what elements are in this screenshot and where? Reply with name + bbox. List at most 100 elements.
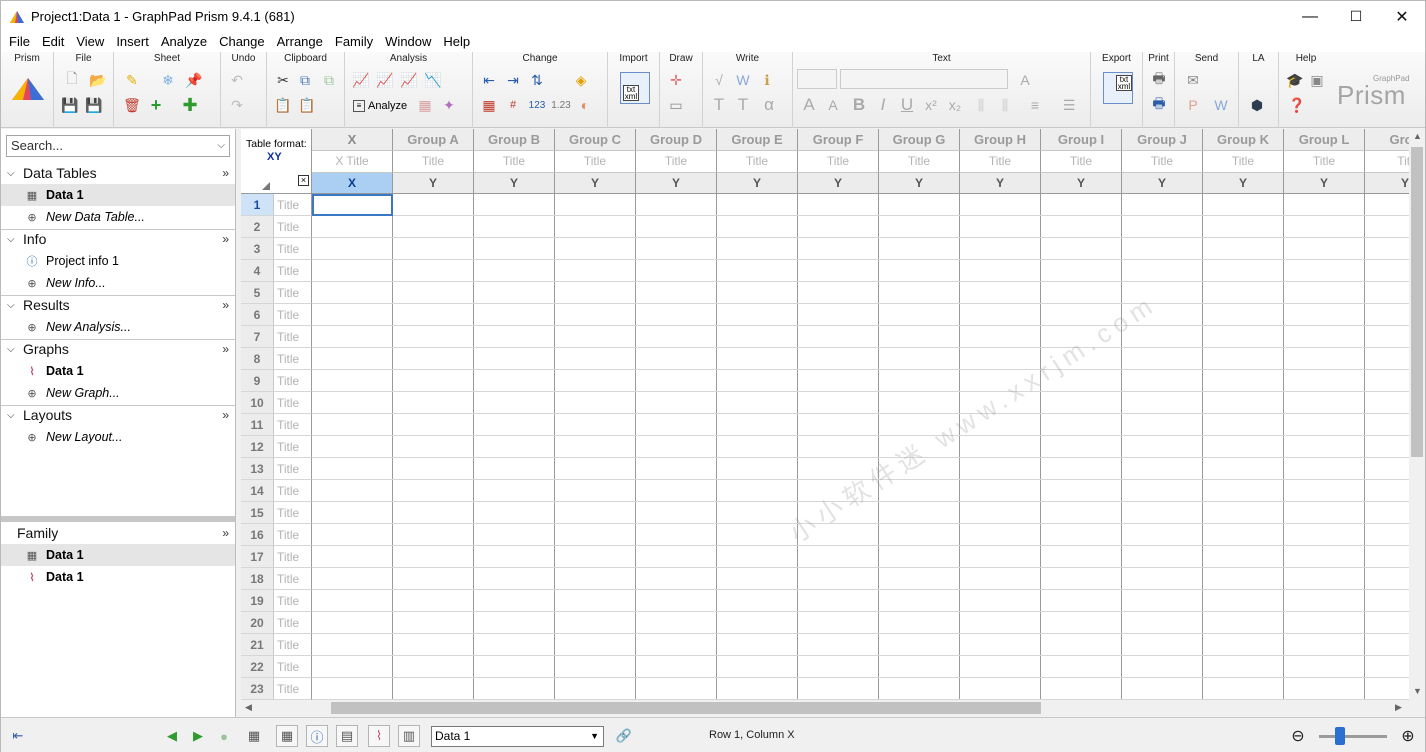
column-title-cell[interactable]: Title — [879, 151, 960, 173]
collapse-chevron-icon[interactable]: ⌵ — [7, 168, 21, 179]
cut-icon[interactable]: ✂ — [273, 70, 293, 90]
move-column-icon[interactable]: ⇥ — [503, 70, 523, 90]
nav-item-new-graph[interactable]: ⊕ New Graph... — [1, 382, 235, 404]
menu-arrange[interactable]: Arrange — [271, 32, 329, 52]
row-title-cell[interactable]: Title — [274, 656, 312, 678]
pin-icon[interactable]: 📌 — [184, 70, 204, 90]
help-book-icon[interactable]: ▣ — [1307, 70, 1327, 90]
column-header[interactable]: Group D — [636, 129, 717, 151]
textbox-icon[interactable]: T — [733, 95, 753, 115]
scroll-down-icon[interactable]: ▼ — [1413, 686, 1422, 696]
column-header[interactable]: Group A — [393, 129, 474, 151]
row-title-cell[interactable]: Title — [274, 502, 312, 524]
print-icon[interactable]: 🖶 — [1149, 70, 1169, 90]
snowflake-icon[interactable]: ❄ — [158, 70, 178, 90]
ttest-icon[interactable]: 📈 — [399, 70, 419, 90]
vertical-scrollbar[interactable]: ▲ ▼ — [1409, 129, 1425, 700]
row-title-cell[interactable]: Title — [274, 590, 312, 612]
row-number[interactable]: 18 — [241, 568, 274, 590]
expand-more-icon[interactable]: » — [222, 166, 229, 180]
column-header[interactable]: X — [312, 129, 393, 151]
row-title-cell[interactable]: Title — [274, 480, 312, 502]
add-sheet-icon[interactable]: + — [146, 95, 166, 115]
column-kind-cell[interactable]: Y — [1365, 173, 1409, 194]
copy-icon[interactable]: ⧉ — [295, 70, 315, 90]
menu-edit[interactable]: Edit — [36, 32, 70, 52]
column-kind-cell[interactable]: Y — [1122, 173, 1203, 194]
row-title-cell[interactable]: Title — [274, 392, 312, 414]
fill-color-icon[interactable]: ◈ — [571, 70, 591, 90]
menu-family[interactable]: Family — [329, 32, 379, 52]
paste-special-icon[interactable]: ⧉ — [319, 70, 339, 90]
new-file-icon[interactable]: 🗋 — [62, 70, 82, 90]
column-kind-cell[interactable]: Y — [474, 173, 555, 194]
info-write-icon[interactable]: ℹ — [757, 70, 777, 90]
close-button[interactable]: ✕ — [1379, 1, 1425, 32]
underline-icon[interactable]: U — [897, 95, 917, 115]
previous-sheet-icon[interactable]: ◀ — [161, 725, 183, 747]
menu-help[interactable]: Help — [437, 32, 476, 52]
row-number[interactable]: 8 — [241, 348, 274, 370]
sheet-list-icon[interactable]: ▦ — [243, 725, 265, 747]
expand-more-icon[interactable]: » — [222, 408, 229, 422]
collapse-chevron-icon[interactable]: ⌵ — [7, 410, 21, 421]
column-header[interactable]: Group I — [1041, 129, 1122, 151]
import-data-icon[interactable]: txt xml — [620, 72, 650, 104]
row-number[interactable]: 1 — [241, 194, 274, 216]
column-header[interactable]: Group G — [879, 129, 960, 151]
save-icon[interactable]: 💾 — [60, 95, 80, 115]
column-kind-cell[interactable]: Y — [555, 173, 636, 194]
column-header[interactable]: Group L — [1284, 129, 1365, 151]
row-number[interactable]: 12 — [241, 436, 274, 458]
column-title-cell[interactable]: Title — [798, 151, 879, 173]
row-title-cell[interactable]: Title — [274, 612, 312, 634]
row-number[interactable]: 22 — [241, 656, 274, 678]
search-input[interactable]: Search... ⌵ — [6, 135, 230, 157]
select-all-icon[interactable] — [262, 182, 270, 190]
shrink-font-icon[interactable]: A — [823, 95, 843, 115]
menu-file[interactable]: File — [3, 32, 36, 52]
column-kind-cell[interactable]: Y — [960, 173, 1041, 194]
grow-font-icon[interactable]: A — [799, 95, 819, 115]
row-title-cell[interactable]: Title — [274, 282, 312, 304]
zoom-in-icon[interactable]: ⊕ — [1397, 725, 1419, 747]
align-icon[interactable]: ≡ — [1025, 95, 1045, 115]
column-kind-cell[interactable]: Y — [393, 173, 474, 194]
menu-analyze[interactable]: Analyze — [155, 32, 213, 52]
column-title-cell[interactable]: X Title — [312, 151, 393, 173]
next-sheet-icon[interactable]: ▶ — [187, 725, 209, 747]
row-title-cell[interactable]: Title — [274, 546, 312, 568]
italic-icon[interactable]: I — [873, 95, 893, 115]
section-header-layouts[interactable]: ⌵ Layouts » — [1, 404, 235, 426]
learn-icon[interactable]: 🎓 — [1285, 70, 1305, 90]
equation-icon[interactable]: √ — [709, 70, 729, 90]
column-kind-cell[interactable]: Y — [1284, 173, 1365, 194]
row-number[interactable]: 2 — [241, 216, 274, 238]
wand-icon[interactable]: ✦ — [439, 95, 459, 115]
sheet-select[interactable]: Data 1 ▼ — [431, 726, 604, 747]
bold-icon[interactable]: B — [849, 95, 869, 115]
section-header-family[interactable]: Family » — [1, 522, 235, 544]
nav-item-new-data-table[interactable]: ⊕ New Data Table... — [1, 206, 235, 228]
delete-sheet-icon[interactable]: 🗑 — [122, 95, 142, 115]
open-file-icon[interactable]: 📂 — [88, 70, 108, 90]
save-as-icon[interactable]: 💾 — [84, 95, 104, 115]
column-header[interactable]: Group J — [1122, 129, 1203, 151]
column-header[interactable]: Group H — [960, 129, 1041, 151]
zoom-slider-thumb[interactable] — [1335, 727, 1345, 745]
help-icon[interactable]: ❓ — [1287, 95, 1307, 115]
column-title-cell[interactable]: Title — [474, 151, 555, 173]
column-title-cell[interactable]: Titl — [1365, 151, 1409, 173]
view-results-icon[interactable]: ▤ — [336, 725, 358, 747]
export-icon[interactable]: txt xml — [1103, 72, 1133, 104]
view-layout-icon[interactable]: ▥ — [398, 725, 420, 747]
insert-column-icon[interactable]: ⇤ — [479, 70, 499, 90]
lab-archive-icon[interactable]: ⬢ — [1247, 95, 1267, 115]
row-number[interactable]: 23 — [241, 678, 274, 700]
paste-icon[interactable]: 📋 — [273, 95, 293, 115]
column-kind-cell[interactable]: Y — [879, 173, 960, 194]
decimal-reduce-icon[interactable]: 1.23 — [551, 95, 571, 115]
nav-item-graph-data-1[interactable]: ⌇ Data 1 — [1, 360, 235, 382]
menu-change[interactable]: Change — [213, 32, 271, 52]
add-row-icon[interactable]: ✚ — [180, 95, 200, 115]
